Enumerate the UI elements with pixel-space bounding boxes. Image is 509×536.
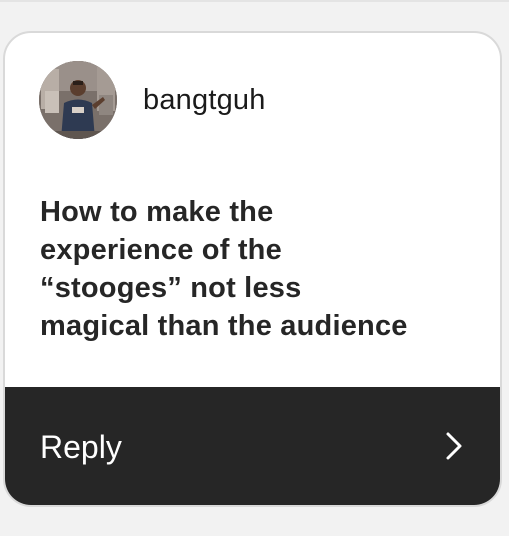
profile-photo-icon bbox=[39, 61, 117, 139]
question-text: How to make the experience of the “stoog… bbox=[40, 196, 408, 342]
question-sticker-card: bangtguh How to make the experience of t… bbox=[3, 31, 502, 507]
card-header: bangtguh bbox=[5, 33, 500, 173]
username[interactable]: bangtguh bbox=[143, 84, 266, 117]
avatar[interactable] bbox=[39, 61, 117, 139]
chevron-right-icon bbox=[446, 432, 462, 460]
top-divider bbox=[0, 0, 509, 2]
reply-button[interactable]: Reply bbox=[5, 387, 500, 505]
reply-label: Reply bbox=[40, 429, 122, 465]
